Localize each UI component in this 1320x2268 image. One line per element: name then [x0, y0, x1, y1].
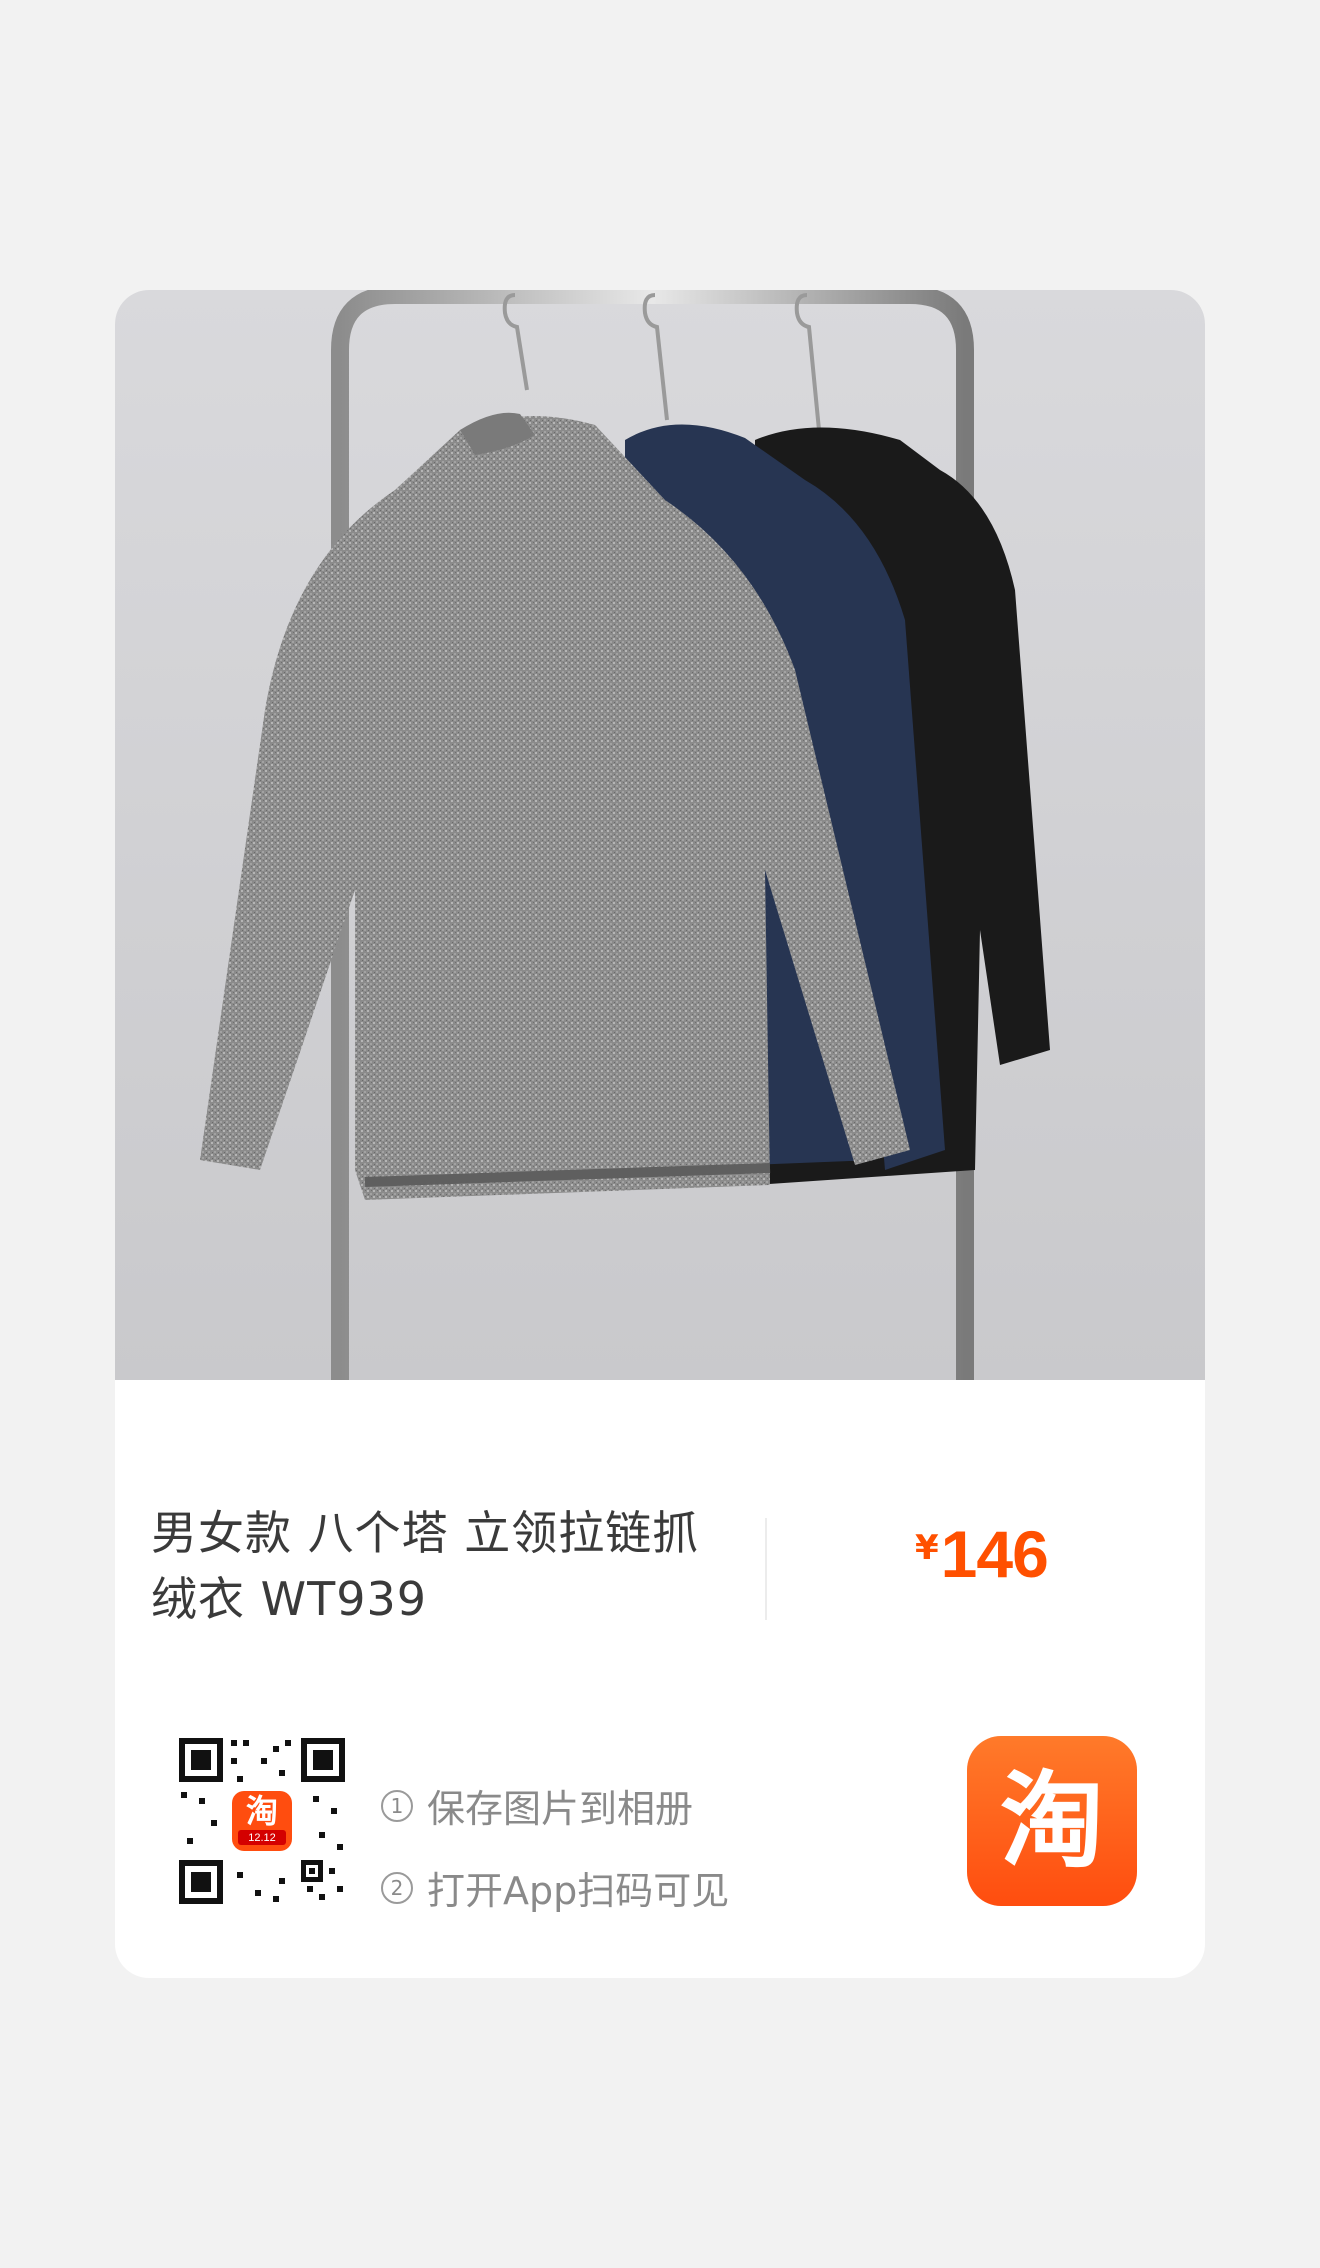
- product-photo: [115, 290, 1205, 1380]
- step-number-2: 2: [381, 1871, 413, 1904]
- product-title-line1: 男女款 八个塔 立领拉链抓: [151, 1506, 700, 1560]
- step-number-1: 1: [381, 1789, 413, 1822]
- taobao-logo-glyph: 淘: [999, 1760, 1104, 1882]
- instruction-save: 1 保存图片到相册: [381, 1778, 693, 1833]
- product-title[interactable]: 男女款 八个塔 立领拉链抓 绒衣 WT939: [151, 1500, 771, 1632]
- qr-center-badge: 淘 12.12: [232, 1791, 292, 1851]
- instruction-scan: 2 打开App扫码可见: [381, 1860, 729, 1915]
- product-price: ¥146: [915, 1516, 1049, 1592]
- price-amount: 146: [940, 1517, 1049, 1591]
- taobao-logo-icon[interactable]: 淘: [967, 1736, 1137, 1906]
- step2-text: 打开App扫码可见: [427, 1869, 730, 1913]
- qr-badge-sub: 12.12: [248, 1832, 276, 1844]
- product-title-line2: 绒衣 WT939: [151, 1572, 428, 1626]
- share-card: 男女款 八个塔 立领拉链抓 绒衣 WT939 ¥146 淘 12.12 1 保存…: [115, 290, 1205, 1978]
- currency-symbol: ¥: [915, 1528, 939, 1568]
- qr-badge-glyph: 淘: [245, 1792, 278, 1830]
- step1-text: 保存图片到相册: [427, 1787, 694, 1831]
- divider: [765, 1518, 767, 1620]
